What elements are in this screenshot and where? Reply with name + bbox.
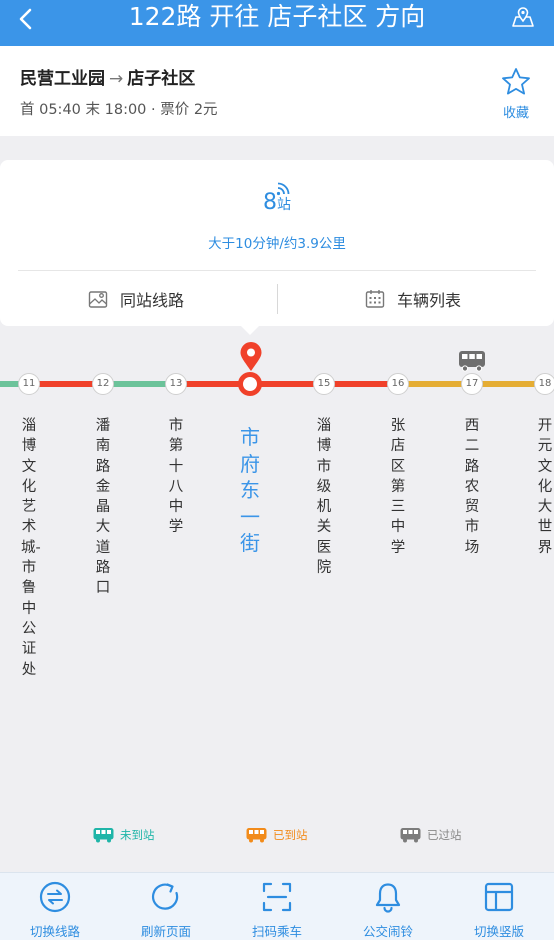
bottom-toolbar: 切换线路 刷新页面 扫码乘车 公交闹铃 切换竖版 bbox=[0, 872, 554, 940]
route-arrow: → bbox=[109, 69, 124, 89]
map-icon bbox=[88, 291, 108, 308]
layout-icon bbox=[484, 882, 514, 912]
refresh-label: 刷新页面 bbox=[140, 924, 191, 939]
stops-away-count: 8 bbox=[263, 190, 277, 215]
card-pointer bbox=[241, 326, 259, 335]
bus-gray-icon bbox=[400, 828, 421, 843]
stops-away-unit: 站 bbox=[277, 197, 291, 213]
station-name[interactable]: 市第十八中学 bbox=[168, 416, 184, 538]
bus-alarm-label: 公交闹铃 bbox=[362, 924, 413, 939]
station-dot-15[interactable]: 15 bbox=[313, 373, 335, 395]
bus-icon bbox=[459, 351, 485, 372]
station-name-current[interactable]: 市府东一街 bbox=[239, 424, 261, 557]
card-divider bbox=[18, 270, 536, 271]
vehicle-list-label: 车辆列表 bbox=[397, 291, 462, 310]
bus-teal-icon bbox=[93, 828, 114, 843]
schedule-fare: 首 05:40 末 18:00 · 票价 2元 bbox=[20, 102, 218, 118]
location-pin-icon bbox=[240, 342, 262, 371]
legend-passed-label: 已过站 bbox=[427, 828, 462, 842]
switch-route-label: 切换线路 bbox=[29, 924, 80, 939]
switch-route-button[interactable]: 切换线路 bbox=[0, 873, 110, 940]
page-title: 122路 开往 店子社区 方向 bbox=[128, 2, 426, 31]
route-from: 民营工业园 bbox=[20, 69, 105, 89]
station-dot-17[interactable]: 17 bbox=[461, 373, 483, 395]
bell-icon bbox=[375, 883, 401, 913]
top-bar: 122路 开往 店子社区 方向 bbox=[0, 0, 554, 46]
station-name[interactable]: 开元文化大世界 bbox=[537, 416, 553, 558]
scan-ride-button[interactable]: 扫码乘车 bbox=[222, 873, 332, 940]
favorite-button[interactable]: 收藏 bbox=[496, 66, 536, 121]
refresh-button[interactable]: 刷新页面 bbox=[111, 873, 221, 940]
scan-icon bbox=[262, 882, 292, 912]
vehicle-list-button[interactable]: 车辆列表 bbox=[365, 284, 461, 314]
scan-ride-label: 扫码乘车 bbox=[251, 924, 302, 939]
calendar-icon bbox=[365, 290, 385, 308]
star-icon bbox=[502, 68, 530, 95]
station-name[interactable]: 淄博文化艺术城-市鲁中公证处 bbox=[21, 416, 41, 680]
stops-away: 8站 bbox=[0, 190, 554, 215]
same-station-routes-button[interactable]: 同站线路 bbox=[88, 284, 184, 314]
legend-not-arrived-label: 未到站 bbox=[120, 828, 155, 842]
switch-route-icon bbox=[39, 881, 71, 913]
same-station-label: 同站线路 bbox=[120, 291, 185, 310]
legend-passed: 已过站 bbox=[400, 826, 462, 844]
route-line[interactable]: 11 12 13 15 16 17 18 淄博文化艺术城-市鲁中公证处 潘南路金… bbox=[0, 340, 554, 810]
legend-arrived: 已到站 bbox=[246, 826, 308, 844]
traffic-segment bbox=[176, 381, 398, 387]
arrival-card: 8站 大于10分钟/约3.9公里 同站线路 车辆列表 bbox=[0, 160, 554, 335]
station-name[interactable]: 西二路农贸市场 bbox=[464, 416, 480, 558]
action-divider bbox=[277, 284, 278, 314]
route-endpoints: 民营工业园 → 店子社区 bbox=[20, 64, 195, 89]
station-name[interactable]: 张店区第三中学 bbox=[390, 416, 406, 558]
station-name[interactable]: 淄博市级机关医院 bbox=[316, 416, 332, 578]
station-dot-13[interactable]: 13 bbox=[165, 373, 187, 395]
legend-not-arrived: 未到站 bbox=[93, 826, 155, 844]
bus-orange-icon bbox=[246, 828, 267, 843]
route-to: 店子社区 bbox=[127, 69, 196, 89]
switch-layout-label: 切换竖版 bbox=[473, 924, 524, 939]
legend-arrived-label: 已到站 bbox=[273, 828, 308, 842]
station-dot-12[interactable]: 12 bbox=[92, 373, 114, 395]
route-info-panel: 民营工业园 → 店子社区 首 05:40 末 18:00 · 票价 2元 收藏 bbox=[0, 46, 554, 136]
refresh-icon bbox=[151, 883, 179, 910]
switch-layout-button[interactable]: 切换竖版 bbox=[444, 873, 554, 940]
bus-alarm-button[interactable]: 公交闹铃 bbox=[333, 873, 443, 940]
station-name[interactable]: 潘南路金晶大道路口 bbox=[95, 416, 111, 599]
station-dot-16[interactable]: 16 bbox=[387, 373, 409, 395]
station-dot-18[interactable]: 18 bbox=[534, 373, 554, 395]
station-dot-11[interactable]: 11 bbox=[18, 373, 40, 395]
map-pin-icon[interactable] bbox=[510, 4, 536, 30]
arrival-detail: 大于10分钟/约3.9公里 bbox=[208, 236, 346, 252]
favorite-label: 收藏 bbox=[502, 106, 529, 121]
station-dot-current[interactable] bbox=[238, 372, 262, 396]
